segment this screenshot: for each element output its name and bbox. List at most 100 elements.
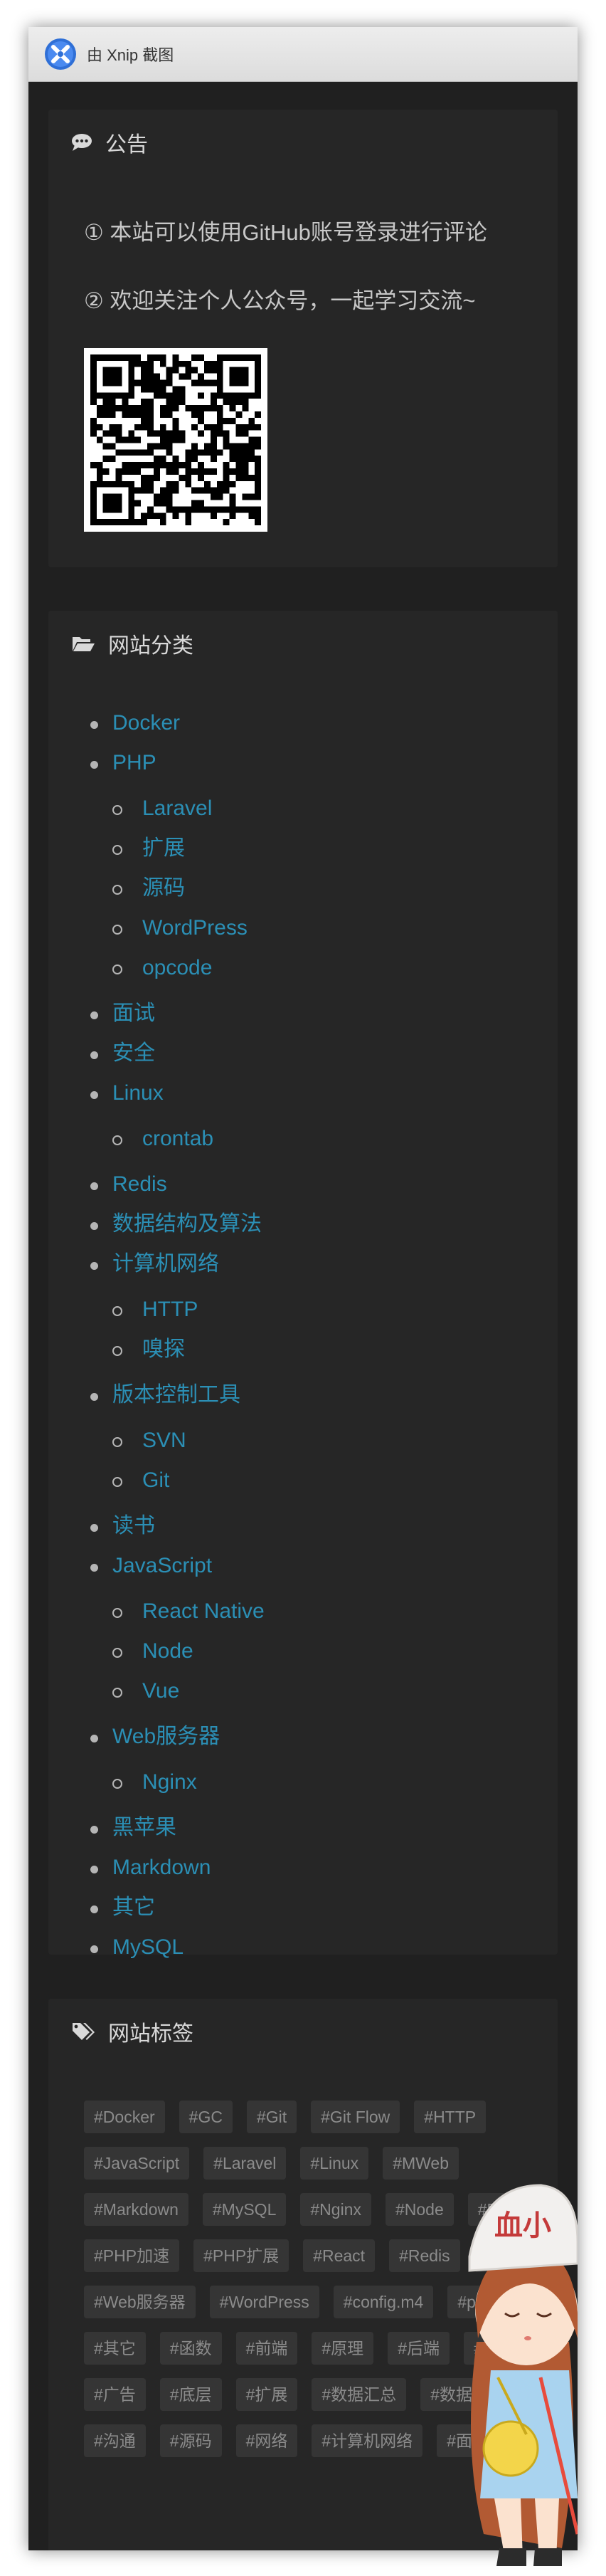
tag-chip[interactable]: #Laravel <box>203 2147 287 2180</box>
category-link[interactable]: 面试 <box>112 1002 155 1025</box>
category-link[interactable]: Web服务器 <box>112 1725 220 1748</box>
tag-chip[interactable]: #前端 <box>235 2332 298 2365</box>
subcategory-item[interactable]: 源码 <box>112 878 265 918</box>
tag-chip[interactable]: #JavaScript <box>84 2147 190 2180</box>
tag-chip[interactable]: #Git Flow <box>311 2101 400 2133</box>
subcategory-item[interactable]: 嗅探 <box>112 1339 265 1379</box>
category-item[interactable]: 读书 <box>90 1514 265 1555</box>
subcategory-item[interactable]: Git <box>112 1470 265 1510</box>
category-item[interactable]: 其它 <box>90 1896 265 1937</box>
tag-chip[interactable]: #Git <box>246 2101 297 2133</box>
category-item[interactable]: MySQL <box>90 1935 265 1977</box>
tag-chip[interactable]: #Nginx <box>300 2193 371 2226</box>
bullet-dot-icon <box>90 1051 98 1059</box>
subcategory-link[interactable]: opcode <box>142 956 212 979</box>
tag-chip[interactable]: #网络 <box>235 2424 298 2457</box>
subcategory-item[interactable]: WordPress <box>112 918 265 957</box>
bullet-dot-icon <box>90 1091 98 1099</box>
tag-chip[interactable]: #Redis <box>389 2239 460 2272</box>
category-link[interactable]: Docker <box>112 711 180 735</box>
category-item[interactable]: 版本控制工具 <box>90 1383 265 1424</box>
category-link[interactable]: Linux <box>112 1081 164 1105</box>
svg-text:血小: 血小 <box>494 2209 551 2242</box>
tag-chip[interactable]: #HTTP <box>414 2101 487 2133</box>
tag-chip[interactable]: #函数 <box>159 2332 222 2365</box>
subcategory-link[interactable]: 嗅探 <box>142 1337 185 1361</box>
tag-chip[interactable]: #扩展 <box>235 2378 298 2411</box>
category-link[interactable]: 数据结构及算法 <box>112 1212 262 1236</box>
category-item[interactable]: 数据结构及算法 <box>90 1212 265 1253</box>
tag-chip[interactable]: #WordPress <box>209 2286 319 2318</box>
category-item[interactable]: 黑苹果 <box>90 1816 265 1857</box>
category-item[interactable]: 面试 <box>90 1002 265 1043</box>
category-link[interactable]: 版本控制工具 <box>112 1383 240 1407</box>
mascot-character-image: 血小 <box>468 2184 578 2566</box>
tag-chip[interactable]: #GC <box>179 2101 233 2133</box>
category-link[interactable]: Markdown <box>112 1856 211 1879</box>
tag-chip[interactable]: #数据汇总 <box>312 2378 407 2411</box>
tag-chip[interactable]: #其它 <box>84 2332 146 2365</box>
tag-chip[interactable]: #Docker <box>84 2101 165 2133</box>
subcategory-link[interactable]: HTTP <box>142 1298 198 1321</box>
subcategory-link[interactable]: Nginx <box>142 1770 197 1794</box>
category-item[interactable]: Linux <box>90 1081 265 1123</box>
tag-chip[interactable]: #Node <box>385 2193 454 2226</box>
bullet-dot-icon <box>90 1826 98 1834</box>
subcategory-link[interactable]: Git <box>142 1468 169 1492</box>
tag-chip[interactable]: #MySQL <box>202 2193 287 2226</box>
tag-chip[interactable]: #源码 <box>159 2424 222 2457</box>
tag-chip[interactable]: #底层 <box>159 2378 222 2411</box>
subcategory-link[interactable]: crontab <box>142 1127 213 1150</box>
subcategory-item[interactable]: Vue <box>112 1681 265 1720</box>
category-link[interactable]: Redis <box>112 1172 167 1196</box>
category-item[interactable]: 计算机网络 <box>90 1252 265 1293</box>
subcategory-item[interactable]: React Native <box>112 1601 265 1641</box>
category-link[interactable]: 安全 <box>112 1041 155 1065</box>
tag-chip[interactable]: #广告 <box>84 2378 146 2411</box>
category-item[interactable]: PHP <box>90 751 265 792</box>
subcategory-item[interactable]: Laravel <box>112 798 265 838</box>
category-item[interactable]: Web服务器 <box>90 1725 265 1766</box>
bullet-circle-icon <box>112 925 122 935</box>
subcategory-item[interactable]: 扩展 <box>112 838 265 878</box>
category-link[interactable]: JavaScript <box>112 1554 212 1577</box>
subcategory-item[interactable]: SVN <box>112 1430 265 1470</box>
category-link[interactable]: 读书 <box>112 1514 155 1537</box>
subcategory-link[interactable]: Vue <box>142 1679 179 1703</box>
category-link[interactable]: 黑苹果 <box>112 1816 176 1839</box>
subcategory-link[interactable]: React Native <box>142 1599 265 1623</box>
category-link[interactable]: PHP <box>112 751 156 774</box>
subcategory-link[interactable]: 扩展 <box>142 836 185 860</box>
tag-chip[interactable]: #沟通 <box>84 2424 146 2457</box>
subcategory-item[interactable]: Nginx <box>112 1772 265 1812</box>
subcategory-link[interactable]: SVN <box>142 1429 186 1452</box>
subcategory-item[interactable]: HTTP <box>112 1299 265 1339</box>
notice-card: 公告 ① 本站可以使用GitHub账号登录进行评论 ② 欢迎关注个人公众号，一起… <box>48 110 558 567</box>
tag-chip[interactable]: #PHP扩展 <box>193 2239 289 2272</box>
tag-chip[interactable]: #Web服务器 <box>84 2286 196 2318</box>
category-item[interactable]: Markdown <box>90 1856 265 1897</box>
tag-chip[interactable]: #PHP加速 <box>84 2239 180 2272</box>
subcategory-item[interactable]: Node <box>112 1641 265 1681</box>
category-item[interactable]: JavaScript <box>90 1554 265 1595</box>
category-item[interactable]: Redis <box>90 1172 265 1214</box>
tag-chip[interactable]: #原理 <box>312 2332 374 2365</box>
category-link[interactable]: MySQL <box>112 1935 184 1959</box>
subcategory-link[interactable]: WordPress <box>142 916 248 940</box>
category-item[interactable]: Docker <box>90 711 265 752</box>
tag-chip[interactable]: #config.m4 <box>333 2286 434 2318</box>
tag-chip[interactable]: #Markdown <box>84 2193 188 2226</box>
category-link[interactable]: 其它 <box>112 1896 155 1919</box>
subcategory-link[interactable]: 源码 <box>142 876 185 900</box>
tag-chip[interactable]: #Linux <box>300 2147 369 2180</box>
subcategory-link[interactable]: Laravel <box>142 797 212 820</box>
subcategory-item[interactable]: crontab <box>112 1128 265 1168</box>
subcategory-item[interactable]: opcode <box>112 957 265 997</box>
tag-chip[interactable]: #MWeb <box>383 2147 459 2180</box>
tag-chip[interactable]: #React <box>303 2239 376 2272</box>
tag-chip[interactable]: #计算机网络 <box>312 2424 423 2457</box>
category-link[interactable]: 计算机网络 <box>112 1252 219 1276</box>
tag-chip[interactable]: #后端 <box>388 2332 450 2365</box>
category-item[interactable]: 安全 <box>90 1041 265 1083</box>
subcategory-link[interactable]: Node <box>142 1639 193 1663</box>
